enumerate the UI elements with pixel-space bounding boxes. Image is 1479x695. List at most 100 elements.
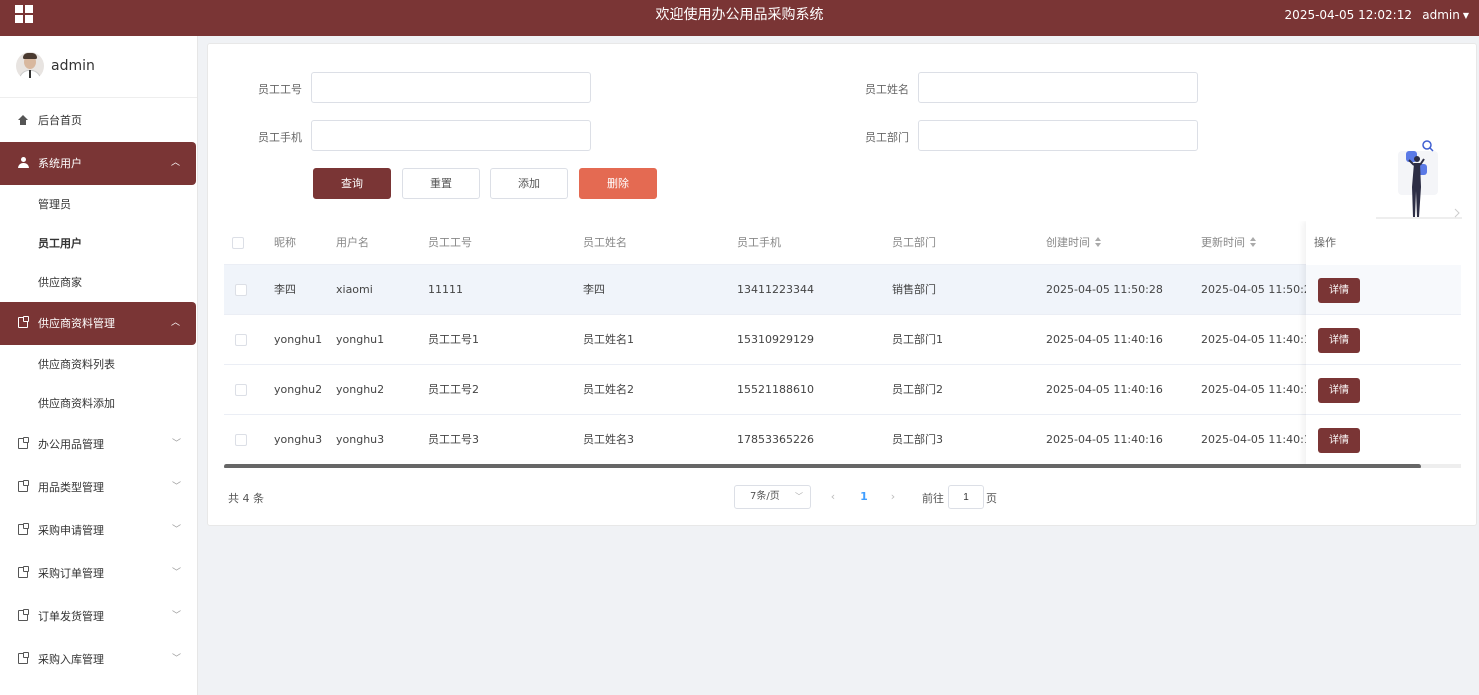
chevron-down-icon: ﹀ (795, 492, 803, 501)
sidebar-subitem-supplier-list[interactable]: 供应商资料列表 (0, 345, 197, 384)
cell-phone: 15310929129 (737, 333, 814, 346)
cell-nickname: 李四 (274, 283, 296, 296)
sidebar-subitem-admin[interactable]: 管理员 (0, 185, 197, 224)
next-page-icon[interactable]: › (885, 485, 901, 509)
page-size-select[interactable]: 7条/页 ﹀ (734, 485, 811, 509)
cell-employee-name: 李四 (583, 283, 605, 296)
header-dept: 员工部门 (892, 236, 936, 249)
cell-updated: 2025-04-05 11:50:28 (1201, 283, 1318, 296)
sidebar-item-label: 采购入库管理 (38, 653, 104, 666)
cell-username: yonghu3 (336, 433, 385, 446)
add-button[interactable]: 添加 (490, 168, 568, 199)
delete-button[interactable]: 删除 (579, 168, 657, 199)
chevron-down-icon: ﹀ (171, 482, 181, 492)
sidebar-item-system-users[interactable]: 系统用户 ︿ (0, 142, 196, 185)
illustration-icon (1376, 140, 1462, 219)
cell-employee-name: 员工姓名3 (583, 433, 634, 446)
total-count: 共 4 条 (228, 492, 264, 505)
dept-input[interactable] (918, 120, 1198, 151)
horizontal-scrollbar[interactable] (224, 464, 1421, 468)
detail-button[interactable]: 详情 (1318, 428, 1360, 453)
cell-employee-name: 员工姓名2 (583, 383, 634, 396)
doc-icon (18, 509, 30, 552)
cell-phone: 17853365226 (737, 433, 814, 446)
dept-label: 员工部门 (865, 131, 909, 144)
header-operation: 操作 (1314, 236, 1336, 249)
cell-username: yonghu1 (336, 333, 385, 346)
header-updated[interactable]: 更新时间 (1201, 221, 1257, 265)
sidebar-item-home[interactable]: 后台首页 (0, 99, 197, 142)
cell-employee-no: 员工工号2 (428, 383, 479, 396)
cell-phone: 15521188610 (737, 383, 814, 396)
prev-page-icon[interactable]: ‹ (825, 485, 841, 509)
sidebar-subitem-supplier-add[interactable]: 供应商资料添加 (0, 384, 197, 423)
cell-employee-no: 11111 (428, 283, 463, 296)
sidebar-item-office-supplies[interactable]: 办公用品管理 ﹀ (0, 423, 197, 466)
operation-cell: 详情 (1306, 265, 1461, 315)
cell-username: yonghu2 (336, 383, 385, 396)
row-checkbox[interactable] (235, 434, 247, 446)
detail-button[interactable]: 详情 (1318, 378, 1360, 403)
table-row[interactable]: yonghu2 yonghu2 员工工号2 员工姓名2 15521188610 … (224, 365, 1461, 415)
sidebar-item-label: 办公用品管理 (38, 438, 104, 451)
phone-label: 员工手机 (258, 131, 302, 144)
cell-created: 2025-04-05 11:40:16 (1046, 383, 1163, 396)
cell-created: 2025-04-05 11:40:16 (1046, 333, 1163, 346)
cell-dept: 员工部门3 (892, 433, 943, 446)
avatar (16, 52, 44, 80)
doc-icon (18, 466, 30, 509)
cell-employee-no: 员工工号1 (428, 333, 479, 346)
sidebar-subitem-employee[interactable]: 员工用户 (0, 224, 197, 263)
employee-table: 昵称 用户名 员工工号 员工姓名 员工手机 员工部门 创建时间 更新时间 李四 … (224, 221, 1461, 468)
sidebar-username: admin (51, 58, 95, 74)
user-dropdown[interactable]: admin ▼ (1422, 0, 1469, 31)
sidebar-item-purchase-inbound[interactable]: 采购入库管理 ﹀ (0, 638, 197, 681)
row-checkbox[interactable] (235, 334, 247, 346)
employee-name-input[interactable] (918, 72, 1198, 103)
phone-input[interactable] (311, 120, 591, 151)
table-row[interactable]: yonghu3 yonghu3 员工工号3 员工姓名3 17853365226 … (224, 415, 1461, 465)
cell-employee-name: 员工姓名1 (583, 333, 634, 346)
sort-icon[interactable] (1249, 237, 1257, 247)
chevron-down-icon: ﹀ (171, 439, 181, 449)
cell-employee-no: 员工工号3 (428, 433, 479, 446)
sidebar-item-purchase-requests[interactable]: 采购申请管理 ﹀ (0, 509, 197, 552)
header-created-label: 创建时间 (1046, 236, 1090, 249)
cell-dept: 员工部门1 (892, 333, 943, 346)
goto-suffix: 页 (986, 492, 997, 505)
table-row[interactable]: yonghu1 yonghu1 员工工号1 员工姓名1 15310929129 … (224, 315, 1461, 365)
page-number[interactable]: 1 (856, 485, 872, 509)
sidebar-item-order-shipping[interactable]: 订单发货管理 ﹀ (0, 595, 197, 638)
sidebar-item-label: 后台首页 (38, 114, 82, 127)
header-username: 用户名 (336, 236, 369, 249)
chevron-down-icon: ﹀ (171, 568, 181, 578)
sort-icon[interactable] (1094, 237, 1102, 247)
table-row[interactable]: 李四 xiaomi 11111 李四 13411223344 销售部门 2025… (224, 265, 1461, 315)
cell-dept: 销售部门 (892, 283, 936, 296)
sidebar-item-supply-types[interactable]: 用品类型管理 ﹀ (0, 466, 197, 509)
detail-button[interactable]: 详情 (1318, 328, 1360, 353)
detail-button[interactable]: 详情 (1318, 278, 1360, 303)
header-created[interactable]: 创建时间 (1046, 221, 1102, 265)
row-checkbox[interactable] (235, 384, 247, 396)
cell-updated: 2025-04-05 11:40:16 (1201, 383, 1318, 396)
row-checkbox[interactable] (235, 284, 247, 296)
chevron-up-icon: ︿ (170, 318, 180, 328)
cell-updated: 2025-04-05 11:40:16 (1201, 333, 1318, 346)
employee-no-input[interactable] (311, 72, 591, 103)
doc-icon (18, 552, 30, 595)
sidebar-item-supplier-info[interactable]: 供应商资料管理 ︿ (0, 302, 196, 345)
goto-page-input[interactable] (948, 485, 984, 509)
query-button[interactable]: 查询 (313, 168, 391, 199)
sidebar-subitem-supplier[interactable]: 供应商家 (0, 263, 197, 302)
header-phone: 员工手机 (737, 236, 781, 249)
user-icon (18, 142, 30, 185)
doc-icon (18, 423, 30, 466)
reset-button[interactable]: 重置 (402, 168, 480, 199)
select-all-checkbox[interactable] (232, 237, 244, 249)
chevron-down-icon: ▼ (1462, 11, 1469, 20)
cell-username: xiaomi (336, 283, 373, 296)
header-username: admin (1422, 8, 1460, 22)
sidebar-item-purchase-orders[interactable]: 采购订单管理 ﹀ (0, 552, 197, 595)
operation-column: 操作 详情 详情 详情 详情 (1306, 221, 1461, 468)
